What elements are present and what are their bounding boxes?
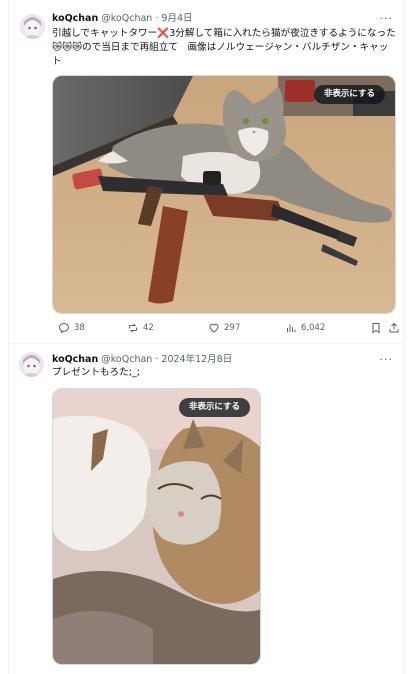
handle[interactable]: @koQchan (101, 354, 152, 365)
reply-button[interactable]: 38 (58, 320, 85, 336)
tweet-image[interactable]: 非表示にする (52, 388, 261, 665)
display-name[interactable]: koQchan (52, 354, 98, 365)
tweet-image[interactable]: 非表示にする (52, 75, 396, 314)
like-button[interactable]: 297 (208, 320, 240, 336)
view-count: 6,042 (301, 323, 326, 333)
views-button[interactable]: 6,042 (285, 320, 325, 336)
avatar[interactable] (19, 352, 44, 377)
avatar[interactable] (20, 14, 45, 39)
bookmark-button[interactable] (370, 320, 382, 336)
share-button[interactable] (388, 320, 400, 336)
repost-button[interactable]: 42 (127, 320, 154, 336)
like-count: 297 (224, 323, 241, 333)
heart-icon (209, 323, 219, 333)
share-icon (389, 322, 399, 333)
tweet-text: 引越しでキャットタワー❌3分解して箱に入れたら猫が夜泣きするようになった😿😿😿の… (52, 28, 396, 67)
handle[interactable]: @koQchan (101, 13, 152, 24)
hide-media-button[interactable]: 非表示にする (313, 85, 385, 104)
hide-media-button[interactable]: 非表示にする (178, 398, 250, 417)
separator: · (155, 354, 159, 365)
separator: · (155, 13, 159, 24)
reply-icon (58, 322, 70, 334)
post-date[interactable]: 2024年12月8日 (161, 354, 232, 365)
timeline: koQchan @koQchan · 9月4日 ··· 引越しでキャットタワー❌… (8, 0, 404, 674)
bookmark-icon (372, 323, 380, 334)
tweet[interactable]: koQchan @koQchan · 9月4日 ··· 引越しでキャットタワー❌… (9, 0, 403, 344)
more-icon[interactable]: ··· (380, 11, 394, 27)
views-icon (287, 324, 296, 332)
tweet-text: プレゼントもろた;_; (52, 367, 141, 378)
tweet-actions: 38 42 297 6,042 (52, 320, 400, 336)
tweet-header: koQchan @koQchan · 9月4日 ··· (52, 11, 395, 27)
repost-count: 42 (143, 323, 154, 333)
reply-count: 38 (74, 323, 85, 333)
post-date[interactable]: 9月4日 (161, 13, 192, 24)
repost-icon (129, 323, 137, 333)
display-name[interactable]: koQchan (52, 13, 98, 24)
tweet[interactable]: koQchan @koQchan · 2024年12月8日 ··· プレゼントも… (9, 344, 403, 674)
